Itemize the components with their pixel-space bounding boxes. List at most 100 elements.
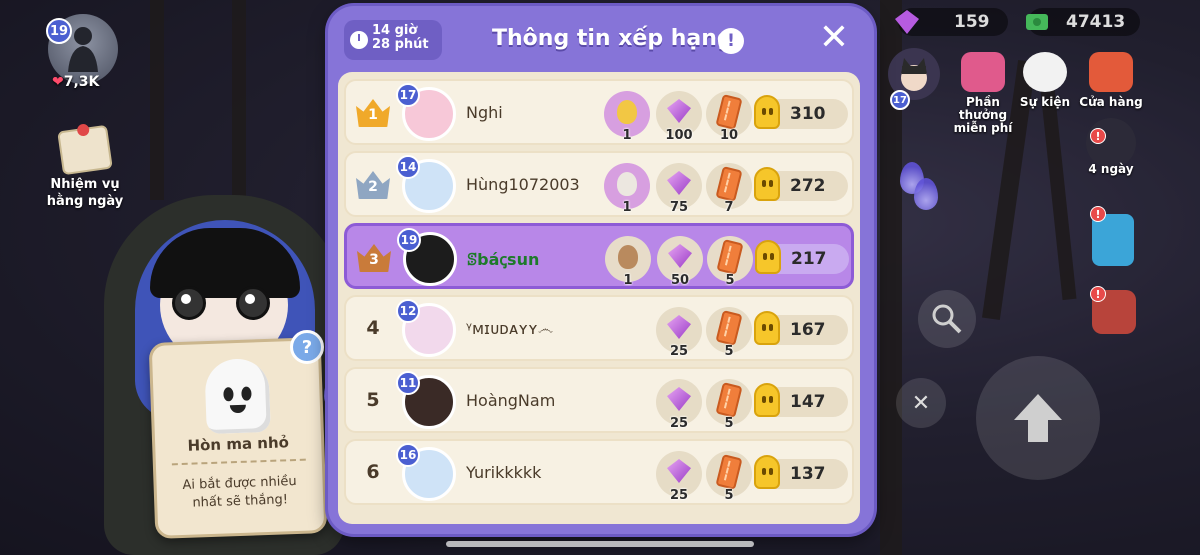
info-icon[interactable]: ! — [718, 28, 744, 54]
close-button[interactable]: ✕ — [816, 20, 852, 58]
help-button[interactable]: ? — [290, 330, 324, 364]
rank-number: 5 — [366, 389, 380, 411]
ghost-score: 310 — [790, 104, 826, 124]
events-button[interactable]: Sự kiện — [1010, 52, 1080, 109]
egg-count: 1 — [622, 128, 632, 143]
leaderboard-list: 1 17 Nghi 1 100 10 310 2 14 Hùng1072003 — [338, 72, 860, 524]
gem-reward: 100 — [656, 91, 702, 143]
player-name: ꕷbáꞔsun — [467, 250, 540, 269]
gem-count: 50 — [670, 273, 690, 288]
coupon-reward: 5 — [706, 379, 752, 431]
score-box: 310 — [754, 95, 848, 129]
ghost-score: 147 — [790, 392, 826, 412]
score-box: 137 — [754, 455, 848, 489]
ghost-card-title: Hòn ma nhỏ — [187, 433, 290, 455]
ghost-score: 137 — [790, 464, 826, 484]
event-timer: 14 giờ 28 phút — [344, 20, 442, 60]
gem-count: 25 — [669, 416, 689, 431]
coupon-reward: 5 — [706, 307, 752, 359]
egg-icon — [617, 172, 637, 196]
player-level-badge: 16 — [396, 443, 420, 467]
gem-reward: 25 — [656, 451, 702, 503]
notification-badge: ! — [1090, 206, 1106, 222]
rank-crown-icon: 3 — [357, 244, 391, 272]
player-level-badge: 19 — [46, 18, 72, 44]
ghost-icon — [204, 357, 271, 435]
ghost-card-description: Ai bắt được nhiều nhất sẽ thắng! — [182, 473, 297, 511]
egg-icon — [618, 245, 638, 269]
character-eye — [236, 286, 270, 320]
ghost-icon — [754, 455, 780, 489]
timer-text: 14 giờ 28 phút — [372, 23, 429, 52]
leaderboard-row: 3 19 ꕷbáꞔsun 1 50 5 217 — [344, 223, 854, 289]
events-label: Sự kiện — [1019, 95, 1071, 109]
cancel-action-button[interactable]: ✕ — [896, 378, 946, 428]
rank-number: 6 — [366, 461, 380, 483]
up-arrow-icon — [1014, 394, 1062, 442]
cash-counter[interactable]: 47413 — [1026, 8, 1140, 36]
gem-icon — [668, 244, 692, 268]
likes-count: ❤7,3K — [52, 74, 100, 90]
coupon-count: 10 — [719, 128, 739, 143]
egg-reward: 1 — [604, 163, 650, 215]
leaderboard-row: 4 12 ᵞᴍɪᴜᴅᴀʏʏ෴ 25 5 167 — [344, 295, 854, 361]
gem-count: 75 — [669, 200, 689, 215]
ghost-score: 217 — [791, 249, 827, 269]
egg-icon — [617, 100, 637, 124]
gem-icon — [667, 171, 691, 195]
ghost-icon — [755, 240, 781, 274]
catch-net-button[interactable] — [918, 290, 976, 348]
gem-icon — [667, 315, 691, 339]
score-box: 217 — [755, 240, 849, 274]
free-reward-button[interactable]: Phần thưởng miễn phí — [948, 52, 1018, 135]
gem-count: 25 — [669, 344, 689, 359]
egg-count: 1 — [623, 273, 633, 288]
blue-flame-icon — [914, 178, 938, 210]
cash-amount: 47413 — [1066, 12, 1126, 32]
egg-reward: 1 — [604, 91, 650, 143]
shop-button[interactable]: Cửa hàng — [1076, 52, 1146, 109]
panel-title: Thông tin xếp hạng — [492, 26, 733, 51]
free-reward-label: Phần thưởng miễn phí — [953, 95, 1013, 135]
player-name: Nghi — [466, 103, 503, 122]
egg-count: 1 — [622, 200, 632, 215]
gem-icon — [667, 387, 691, 411]
rank-number: 1 — [368, 107, 378, 123]
coupon-icon — [716, 239, 744, 275]
leaderboard-row: 5 11 HoàngNam 25 5 147 — [344, 367, 854, 433]
divider — [171, 458, 306, 466]
timed-event-label: 4 ngày — [1088, 162, 1134, 176]
coupon-count: 5 — [725, 273, 735, 288]
rank-number: 3 — [369, 252, 379, 268]
player-name: Hùng1072003 — [466, 175, 580, 194]
gem-icon — [667, 459, 691, 483]
cash-icon — [1026, 14, 1048, 30]
ghost-icon — [754, 383, 780, 417]
event-avatar-level: 17 — [890, 90, 910, 110]
gem-count: 100 — [665, 128, 693, 143]
ghost-icon — [754, 311, 780, 345]
clipboard-icon — [57, 124, 113, 176]
coupon-count: 5 — [724, 488, 734, 503]
shop-icon — [1089, 52, 1133, 92]
score-box: 147 — [754, 383, 848, 417]
player-level-badge: 19 — [397, 228, 421, 252]
ghost-score: 272 — [790, 176, 826, 196]
daily-task-button[interactable]: Nhiệm vụ hằng ngày — [40, 124, 130, 210]
daily-task-label: Nhiệm vụ hằng ngày — [46, 177, 124, 209]
jump-button[interactable] — [976, 356, 1100, 480]
player-name: Yurikkkkk — [466, 463, 542, 482]
gem-reward: 25 — [656, 379, 702, 431]
ghost-icon — [754, 95, 780, 129]
gem-counter[interactable]: 159 — [895, 8, 1008, 36]
player-name: ᵞᴍɪᴜᴅᴀʏʏ෴ — [466, 319, 554, 338]
calendar-star-icon — [1023, 52, 1067, 92]
player-level-badge: 12 — [396, 299, 420, 323]
gem-icon — [667, 99, 691, 123]
coupon-count: 7 — [724, 200, 734, 215]
coupon-reward: 7 — [706, 163, 752, 215]
player-level-badge: 11 — [396, 371, 420, 395]
ghost-score: 167 — [790, 320, 826, 340]
rank-crown-icon: 1 — [356, 99, 390, 127]
coupon-icon — [715, 310, 743, 346]
